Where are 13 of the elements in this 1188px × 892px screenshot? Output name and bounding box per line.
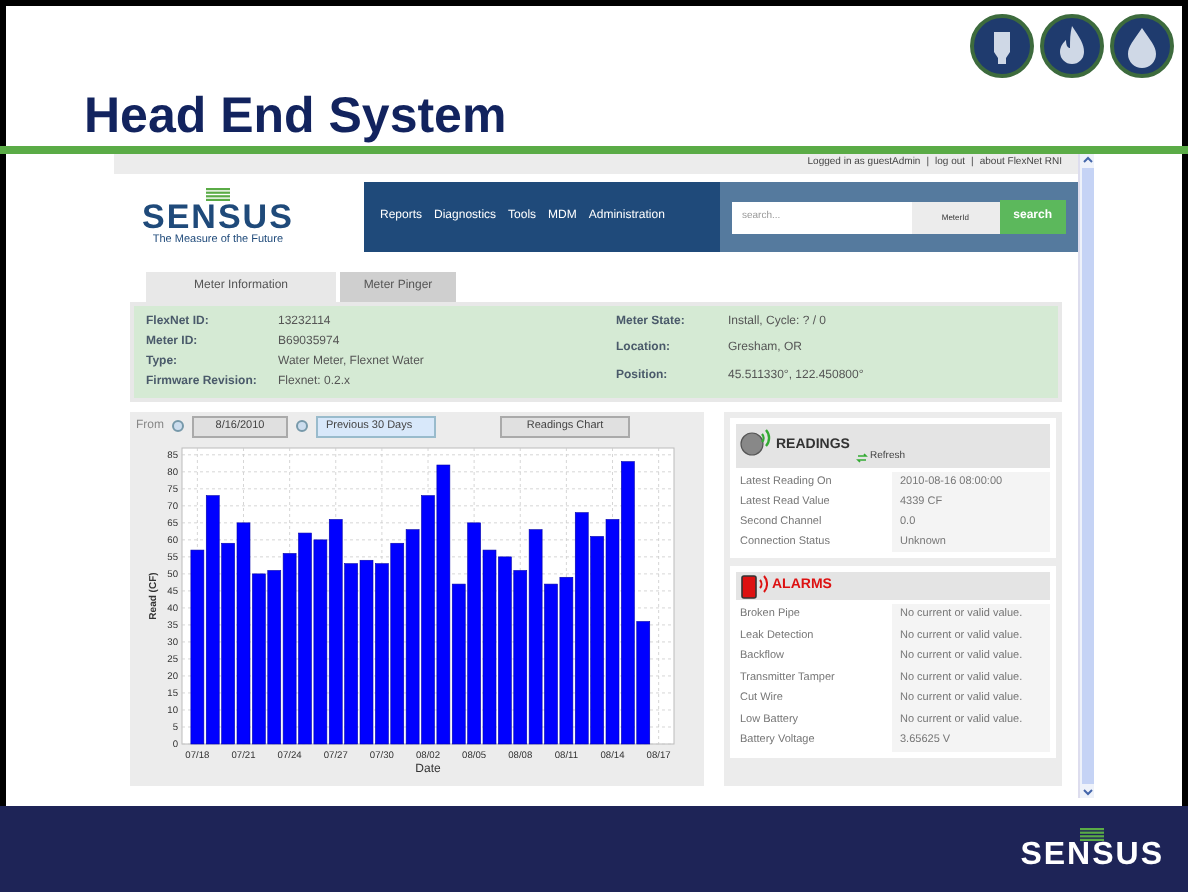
calendar-icon[interactable]: [172, 420, 184, 432]
calendar-icon[interactable]: [296, 420, 308, 432]
alarm-icon: [740, 573, 768, 599]
scrollbar[interactable]: [1078, 154, 1094, 798]
light-bulb-icon: [970, 14, 1034, 78]
signal-meter-icon: [740, 428, 772, 456]
flame-icon: [1040, 14, 1104, 78]
scroll-down-icon[interactable]: [1081, 786, 1093, 798]
refresh-icon: [856, 451, 868, 464]
footer-logo: SENSUS: [1020, 828, 1164, 870]
water-drop-icon: [1110, 14, 1174, 78]
slide-title: Head End System: [82, 86, 509, 146]
scroll-up-icon[interactable]: [1081, 154, 1093, 166]
